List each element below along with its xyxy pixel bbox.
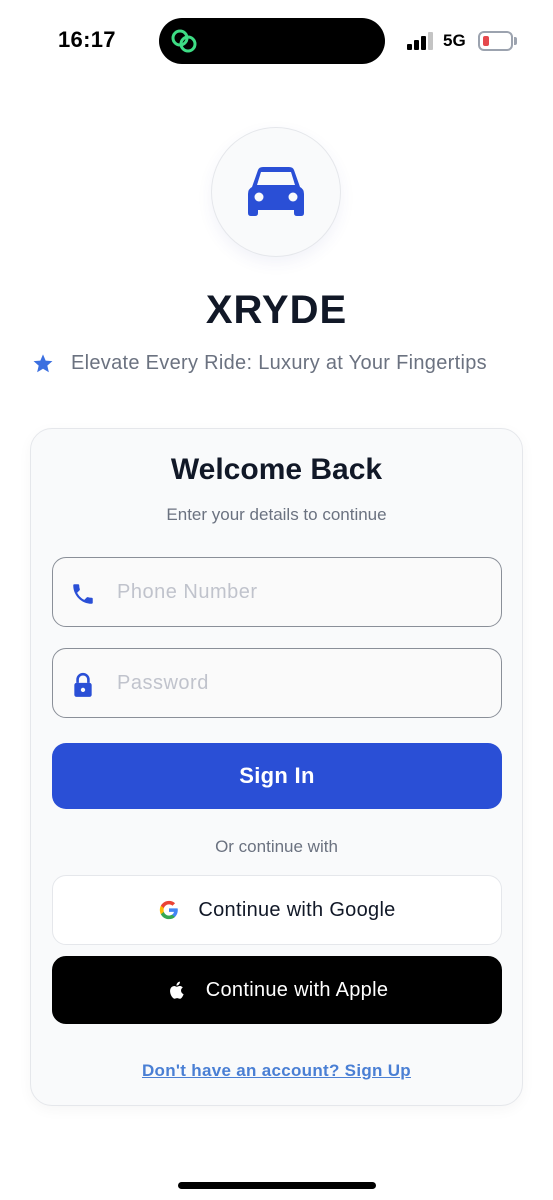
google-icon [160, 900, 179, 920]
password-field[interactable] [52, 648, 502, 718]
car-icon [248, 167, 304, 216]
phone-field[interactable] [52, 557, 502, 627]
card-title: Welcome Back [170, 453, 383, 486]
password-input[interactable] [117, 649, 487, 717]
home-indicator[interactable] [178, 1182, 376, 1189]
tagline-row: Elevate Every Ride: Luxury at Your Finge… [0, 350, 553, 378]
tagline: Elevate Every Ride: Luxury at Your Finge… [71, 352, 487, 374]
phone-icon [73, 584, 93, 604]
phone-input[interactable] [117, 558, 487, 626]
status-bar: 16:17 5G [0, 0, 553, 80]
network-type: 5G [443, 31, 466, 50]
lock-icon [74, 672, 92, 697]
card-subtitle: Enter your details to continue [166, 505, 387, 524]
login-card: Welcome Back Enter your details to conti… [30, 428, 523, 1106]
apple-button-label: Continue with Apple [205, 978, 389, 1001]
sign-up-link[interactable]: Don't have an account? Sign Up [31, 1061, 522, 1081]
divider-text: Or continue with [215, 837, 338, 856]
brand-name: XRYDE [205, 288, 348, 332]
signal-bars-icon [407, 32, 435, 50]
apple-sign-in-button[interactable]: Continue with Apple [52, 956, 502, 1024]
dynamic-island[interactable] [159, 18, 385, 64]
linked-rings-icon [171, 29, 197, 53]
battery-low-icon [478, 31, 517, 51]
sign-in-button[interactable]: Sign In [52, 743, 502, 809]
apple-icon [169, 981, 184, 999]
google-sign-in-button[interactable]: Continue with Google [52, 875, 502, 945]
logo-badge [212, 128, 340, 256]
star-icon [33, 354, 53, 373]
google-button-label: Continue with Google [198, 898, 396, 921]
status-time: 16:17 [58, 27, 116, 52]
